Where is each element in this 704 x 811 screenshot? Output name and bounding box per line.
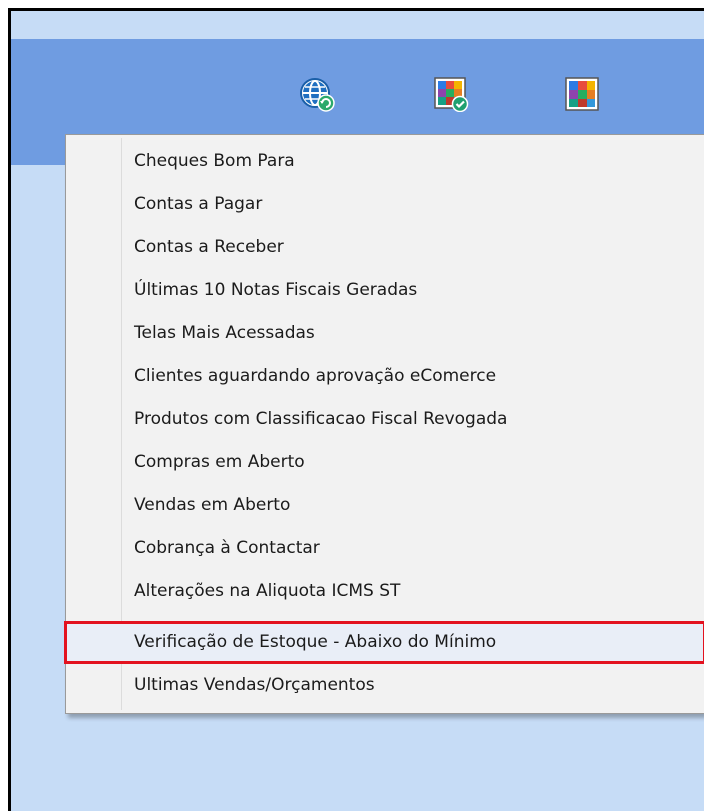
menu-item-compras-em-aberto[interactable]: Compras em Aberto [66, 441, 704, 484]
menu-item-verificacao-estoque[interactable]: Verificação de Estoque - Abaixo do Mínim… [64, 621, 704, 664]
menu-item-telas-mais-acessadas[interactable]: Telas Mais Acessadas [66, 312, 704, 355]
menu-item-label: Contas a Pagar [134, 194, 263, 214]
menu-item-label: Cobrança à Contactar [134, 538, 320, 558]
menu-item-ultimas-vendas[interactable]: Ultimas Vendas/Orçamentos [66, 664, 704, 707]
menu-item-vendas-em-aberto[interactable]: Vendas em Aberto [66, 484, 704, 527]
menu-item-label: Alterações na Aliquota ICMS ST [134, 581, 401, 601]
globe-refresh-icon[interactable] [299, 76, 335, 112]
menu-item-label: Clientes aguardando aprovação eComerce [134, 366, 497, 386]
context-menu: Cheques Bom Para Contas a Pagar Contas a… [64, 134, 704, 714]
menu-item-label: Verificação de Estoque - Abaixo do Mínim… [134, 632, 497, 652]
menu-item-label: Contas a Receber [134, 237, 284, 257]
menu-item-contas-a-receber[interactable]: Contas a Receber [66, 226, 704, 269]
menu-item-alteracoes-aliquota[interactable]: Alterações na Aliquota ICMS ST [66, 570, 704, 613]
menu-item-cobranca[interactable]: Cobrança à Contactar [66, 527, 704, 570]
color-grid-icon[interactable] [564, 76, 600, 112]
menu-item-label: Produtos com Classificacao Fiscal Revoga… [134, 409, 508, 429]
menu-item-label: Vendas em Aberto [134, 495, 291, 515]
menu-item-cheques-bom-para[interactable]: Cheques Bom Para [66, 140, 704, 183]
menu-item-ultimas-notas-fiscais[interactable]: Últimas 10 Notas Fiscais Geradas [66, 269, 704, 312]
menu-item-contas-a-pagar[interactable]: Contas a Pagar [66, 183, 704, 226]
menu-item-label: Compras em Aberto [134, 452, 305, 472]
menu-item-label: Cheques Bom Para [134, 151, 295, 171]
menu-item-produtos-classificacao[interactable]: Produtos com Classificacao Fiscal Revoga… [66, 398, 704, 441]
menu-item-label: Telas Mais Acessadas [134, 323, 315, 343]
menu-item-label: Ultimas Vendas/Orçamentos [134, 675, 375, 695]
color-grid-check-icon[interactable] [433, 76, 469, 112]
menu-item-clientes-aguardando[interactable]: Clientes aguardando aprovação eComerce [66, 355, 704, 398]
menu-item-label: Últimas 10 Notas Fiscais Geradas [134, 280, 418, 300]
